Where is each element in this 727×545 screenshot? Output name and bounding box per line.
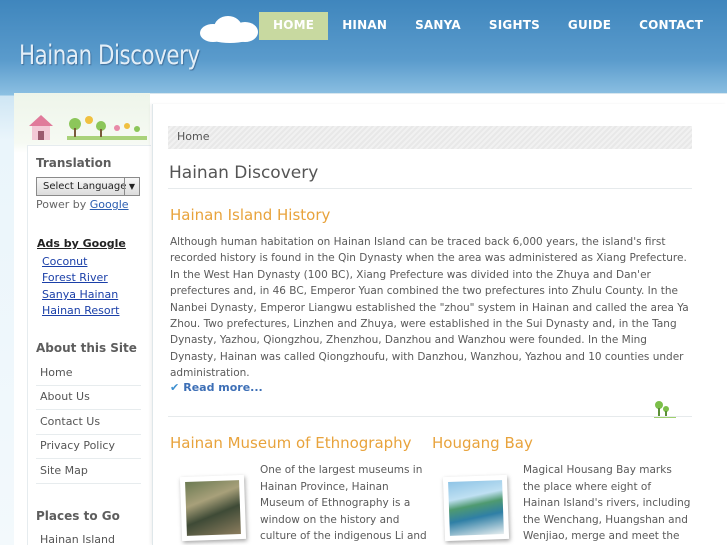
places-heading: Places to Go	[36, 509, 120, 523]
chevron-down-icon[interactable]: ▼	[124, 178, 139, 195]
checkmark-icon: ✔	[170, 381, 180, 394]
bay-thumbnail[interactable]	[442, 474, 510, 542]
bay-image	[448, 480, 504, 536]
sidebar-item-contact-us[interactable]: Contact Us	[36, 411, 141, 435]
museum-thumbnail[interactable]	[179, 474, 247, 542]
nav-contact[interactable]: CONTACT	[625, 12, 717, 40]
divider	[168, 416, 692, 417]
bay-text: Magical Housang Bay marks the place wher…	[523, 464, 691, 542]
google-link[interactable]: Google	[90, 198, 129, 211]
main-nav: HOME HINAN SANYA SIGHTS GUIDE CONTACT	[259, 12, 717, 40]
ad-link-coconut[interactable]: Coconut	[42, 255, 87, 268]
about-heading: About this Site	[36, 341, 137, 355]
breadcrumb-bar	[168, 126, 692, 149]
sidebar-item-site-map[interactable]: Site Map	[36, 460, 141, 484]
language-select-value: Select Language	[43, 181, 127, 192]
sidebar-item-about-us[interactable]: About Us	[36, 386, 141, 410]
nav-hinan[interactable]: HINAN	[328, 12, 401, 40]
history-text: Although human habitation on Hainan Isla…	[170, 236, 689, 380]
ad-link-hainan-resort[interactable]: Hainan Resort	[42, 304, 119, 317]
read-more-link[interactable]: ✔ Read more...	[170, 381, 263, 394]
nav-sights[interactable]: SIGHTS	[475, 12, 554, 40]
sidebar-item-privacy-policy[interactable]: Privacy Policy	[36, 435, 141, 459]
museum-text: One of the largest museums in Hainan Pro…	[260, 464, 427, 542]
ad-link-sanya-hainan[interactable]: Sanya Hainan	[42, 288, 118, 301]
nav-guide[interactable]: GUIDE	[554, 12, 625, 40]
powered-by: Power by Google	[36, 198, 129, 211]
read-more-label: Read more...	[183, 381, 263, 394]
page-title: Hainan Discovery	[169, 163, 319, 183]
bay-title[interactable]: Hougang Bay	[432, 434, 533, 452]
nav-sanya[interactable]: SANYA	[401, 12, 475, 40]
museum-title[interactable]: Hainan Museum of Ethnography	[170, 434, 412, 452]
museum-image	[185, 480, 241, 536]
history-title[interactable]: Hainan Island History	[170, 206, 330, 224]
ads-title[interactable]: Ads by Google	[37, 237, 126, 250]
language-select[interactable]: Select Language ▼	[36, 177, 140, 196]
breadcrumb[interactable]: Home	[177, 130, 209, 143]
site-logo[interactable]: Hainan Discovery	[19, 40, 200, 71]
translation-heading: Translation	[36, 156, 112, 170]
sidebar-item-hainan-island[interactable]: Hainan Island	[36, 529, 141, 545]
cloud-decoration	[196, 14, 262, 44]
nav-home[interactable]: HOME	[259, 12, 329, 40]
powered-by-label: Power by	[36, 198, 87, 211]
divider	[168, 188, 692, 189]
houses-illustration	[29, 115, 147, 140]
ad-link-forest-river[interactable]: Forest River	[42, 271, 108, 284]
sidebar-item-home[interactable]: Home	[36, 362, 141, 386]
